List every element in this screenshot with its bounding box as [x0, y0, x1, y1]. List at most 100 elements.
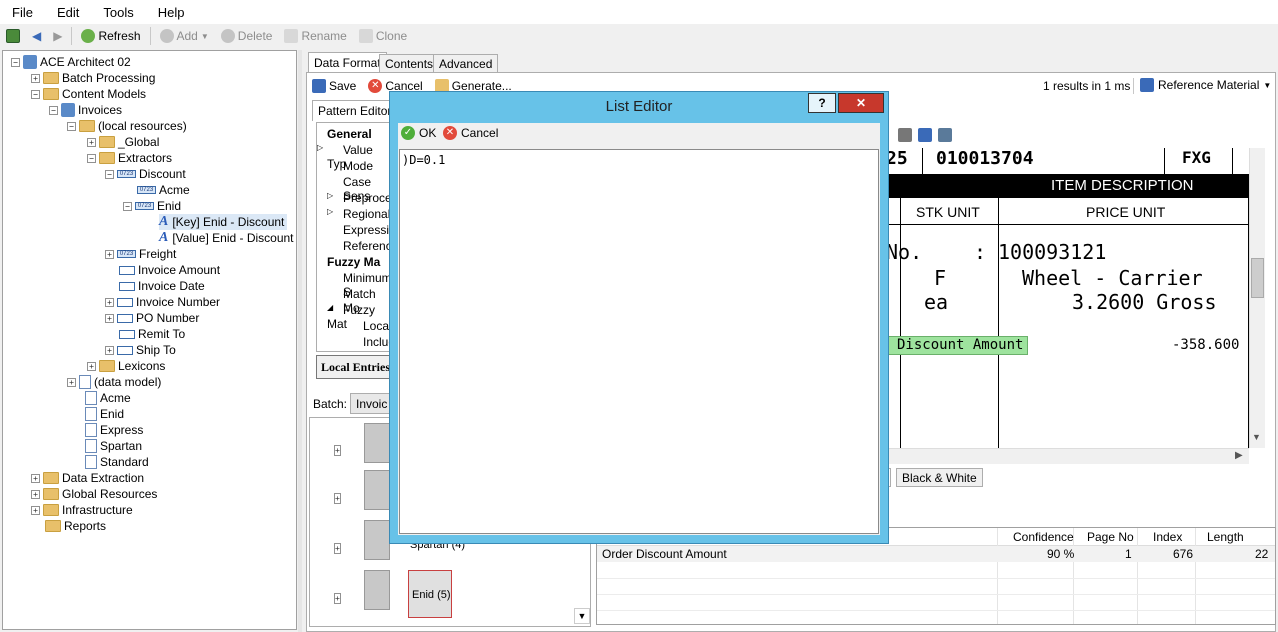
tree-item-po-number[interactable]: + PO Number: [105, 310, 199, 326]
dialog-cancel-button[interactable]: ✕ Cancel: [443, 126, 498, 140]
home-button[interactable]: [0, 29, 26, 43]
tab-data-format[interactable]: Data Format: [308, 52, 387, 73]
expand-icon[interactable]: +: [105, 297, 114, 307]
expand-icon[interactable]: +: [87, 137, 96, 147]
expand-icon[interactable]: +: [105, 313, 114, 323]
vertical-scrollbar[interactable]: ▼: [1249, 148, 1265, 448]
scroll-thumb[interactable]: [1251, 258, 1264, 298]
collapse-icon[interactable]: −: [11, 57, 20, 67]
prop-regional[interactable]: ▷ Regional: [327, 207, 390, 221]
tree-item-standard[interactable]: Standard: [85, 454, 149, 470]
expand-icon[interactable]: +: [334, 442, 344, 456]
menu-file[interactable]: File: [0, 5, 45, 20]
expand-icon[interactable]: +: [334, 490, 344, 504]
document-viewer[interactable]: 25 010013704 FXG ITEM DESCRIPTION STK UN…: [885, 148, 1250, 448]
tree-item-discount[interactable]: −0723 Discount: [105, 166, 186, 182]
rename-button[interactable]: Rename: [278, 29, 352, 43]
reference-material-dropdown[interactable]: Reference Material ▼: [1140, 78, 1271, 92]
tree-item-global-resources[interactable]: + Global Resources: [31, 486, 157, 502]
tree-item-acme-field[interactable]: 0723 Acme: [137, 182, 190, 198]
expand-icon[interactable]: +: [87, 361, 96, 371]
save-image-icon[interactable]: [918, 128, 932, 142]
tree-item-enid[interactable]: Enid: [85, 406, 124, 422]
list-editor-textarea[interactable]: )D=0.1: [399, 149, 879, 534]
collapse-icon[interactable]: −: [123, 201, 132, 211]
splitter[interactable]: [298, 50, 302, 632]
menu-edit[interactable]: Edit: [45, 5, 91, 20]
tools-icon[interactable]: [938, 128, 952, 142]
tree-item-global[interactable]: + _Global: [87, 134, 159, 150]
highlighted-match[interactable]: Discount Amount: [886, 336, 1028, 355]
back-button[interactable]: ◀: [26, 29, 47, 43]
expand-icon[interactable]: +: [105, 249, 114, 259]
tree-item-invoice-number[interactable]: + Invoice Number: [105, 294, 220, 310]
tree-item-lexicons[interactable]: + Lexicons: [87, 358, 165, 374]
forward-button[interactable]: ▶: [47, 29, 68, 43]
delete-button[interactable]: Delete: [215, 29, 279, 43]
property-grid[interactable]: General ▷ Value Typ Mode Case Sens ▷ Prepr…: [316, 122, 402, 352]
tree-item-batch-processing[interactable]: + Batch Processing: [31, 70, 155, 86]
tree-item-infrastructure[interactable]: + Infrastructure: [31, 502, 133, 518]
menu-help[interactable]: Help: [146, 5, 197, 20]
expand-icon[interactable]: +: [31, 473, 40, 483]
tree-item-remit-to[interactable]: Remit To: [119, 326, 185, 342]
expand-icon[interactable]: +: [31, 489, 40, 499]
save-button[interactable]: Save: [310, 79, 362, 93]
collapse-icon[interactable]: −: [49, 105, 58, 115]
batch-item-enid[interactable]: Enid (5): [408, 570, 452, 618]
close-button[interactable]: ✕: [838, 93, 884, 113]
tree-item-freight[interactable]: +0723 Freight: [105, 246, 176, 262]
expand-icon[interactable]: +: [31, 73, 40, 83]
collapse-icon[interactable]: −: [87, 153, 96, 163]
tree-item-local-resources[interactable]: − (local resources): [67, 118, 187, 134]
tree-item-value-enid[interactable]: A [Value] Enid - Discount: [159, 230, 294, 246]
tree-item-data-model[interactable]: + (data model): [67, 374, 161, 390]
tree-item-invoice-amount[interactable]: Invoice Amount: [119, 262, 220, 278]
help-button[interactable]: ?: [808, 93, 836, 113]
batch-select[interactable]: Invoic: [350, 393, 392, 414]
tree-item-data-extraction[interactable]: + Data Extraction: [31, 470, 144, 486]
expand-icon[interactable]: +: [31, 505, 40, 515]
tree-item-invoices[interactable]: − Invoices: [49, 102, 122, 118]
prop-local[interactable]: Local: [363, 319, 392, 333]
tree-item-ship-to[interactable]: + Ship To: [105, 342, 176, 358]
collapse-icon[interactable]: −: [31, 89, 40, 99]
scroll-down-arrow-icon[interactable]: ▼: [1252, 432, 1261, 442]
col-index[interactable]: Index: [1153, 530, 1182, 544]
horizontal-scrollbar[interactable]: ▶: [885, 448, 1249, 464]
add-button[interactable]: Add ▼: [154, 29, 215, 43]
clone-button[interactable]: Clone: [353, 29, 413, 43]
col-length[interactable]: Length: [1207, 530, 1244, 544]
collapse-icon[interactable]: −: [105, 169, 114, 179]
project-tree[interactable]: − ACE Architect 02 + Batch Processing − Con…: [2, 50, 297, 630]
prop-mode[interactable]: Mode: [343, 159, 373, 173]
refresh-button[interactable]: Refresh: [75, 29, 146, 43]
scroll-right-arrow-icon[interactable]: ▶: [1235, 450, 1243, 461]
tree-item-acme[interactable]: Acme: [85, 390, 131, 406]
local-entries-button[interactable]: Local Entries: [316, 355, 396, 379]
col-page-no[interactable]: Page No: [1087, 530, 1134, 544]
expand-icon[interactable]: +: [334, 590, 344, 604]
prop-preprocess[interactable]: ▷ Preproces: [327, 191, 398, 205]
tab-advanced[interactable]: Advanced: [433, 54, 499, 73]
tree-item-enid-field[interactable]: −0723 Enid: [123, 198, 181, 214]
tab-pattern-editor[interactable]: Pattern Editor: [312, 100, 398, 121]
expand-icon[interactable]: +: [67, 377, 76, 387]
tab-contents[interactable]: Contents: [379, 54, 440, 73]
collapse-icon[interactable]: −: [67, 121, 76, 131]
tree-item-root[interactable]: − ACE Architect 02: [11, 54, 131, 70]
tree-item-key-enid[interactable]: A [Key] Enid - Discount: [159, 214, 288, 230]
tree-item-reports[interactable]: Reports: [45, 518, 106, 534]
scroll-down-button[interactable]: ▼: [574, 608, 590, 624]
tree-item-extractors[interactable]: − Extractors: [87, 150, 172, 166]
menu-tools[interactable]: Tools: [91, 5, 145, 20]
tree-item-invoice-date[interactable]: Invoice Date: [119, 278, 205, 294]
print-icon[interactable]: [898, 128, 912, 142]
col-confidence[interactable]: Confidence: [1013, 530, 1074, 544]
ok-button[interactable]: ✓ OK: [401, 126, 436, 140]
tab-black-white[interactable]: Black & White: [896, 468, 983, 487]
tree-item-content-models[interactable]: − Content Models: [31, 86, 146, 102]
tree-item-express[interactable]: Express: [85, 422, 143, 438]
expand-icon[interactable]: +: [105, 345, 114, 355]
expand-icon[interactable]: +: [334, 540, 344, 554]
